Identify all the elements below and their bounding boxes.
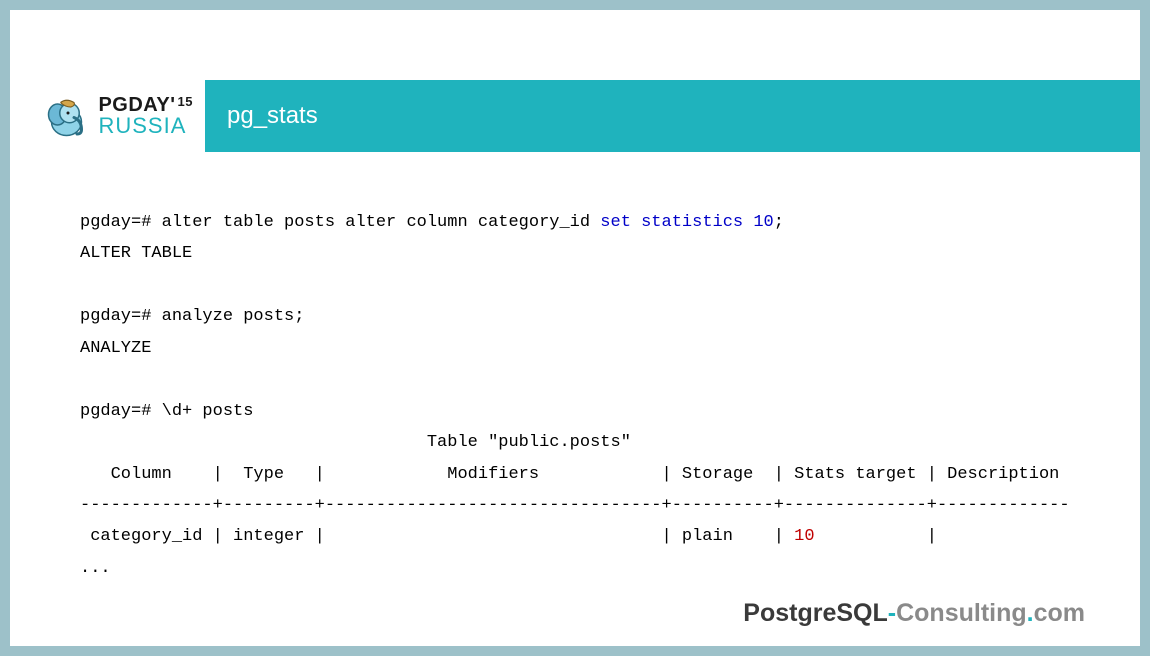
code-block: pgday=# alter table posts alter column c… xyxy=(10,152,1140,584)
logo-top-line: PGDAY'15 xyxy=(98,95,193,115)
code-line: ; xyxy=(774,213,784,232)
code-line: ... xyxy=(80,559,111,578)
logo-bottom-line: RUSSIA xyxy=(98,115,193,137)
slide-title: pg_stats xyxy=(227,102,318,130)
title-bar: pg_stats xyxy=(205,80,1140,152)
code-line: pgday=# \d+ posts xyxy=(80,402,253,421)
code-line: ALTER TABLE xyxy=(80,244,192,263)
code-line: category_id | integer | | plain | xyxy=(80,527,794,546)
logo-word: PGDAY xyxy=(98,95,170,115)
header: PGDAY'15 RUSSIA pg_stats xyxy=(10,80,1140,152)
footer-word-a: PostgreSQL xyxy=(743,599,887,627)
footer-word-c: com xyxy=(1034,599,1085,627)
logo-apostrophe: ' xyxy=(170,95,175,115)
footer-dash: - xyxy=(888,599,896,627)
footer-word-b: Consulting xyxy=(896,599,1027,627)
logo-text: PGDAY'15 RUSSIA xyxy=(98,95,193,137)
logo-area: PGDAY'15 RUSSIA xyxy=(10,80,205,152)
code-line: ANALYZE xyxy=(80,339,151,358)
code-line: | xyxy=(815,527,937,546)
keyword-set-statistics: set statistics 10 xyxy=(600,213,773,232)
elephant-icon xyxy=(44,92,92,140)
code-line: -------------+---------+----------------… xyxy=(80,496,1070,515)
footer-dot: . xyxy=(1027,599,1034,627)
code-line: Column | Type | Modifiers | Storage | St… xyxy=(80,465,1059,484)
code-line: Table "public.posts" xyxy=(80,433,631,452)
logo-year: 15 xyxy=(178,95,193,108)
slide: PGDAY'15 RUSSIA pg_stats pgday=# alter t… xyxy=(10,10,1140,646)
stats-target-value: 10 xyxy=(794,527,814,546)
code-line: pgday=# analyze posts; xyxy=(80,307,304,326)
footer-brand: PostgreSQL-Consulting.com xyxy=(743,599,1085,628)
code-line: pgday=# alter table posts alter column c… xyxy=(80,213,600,232)
